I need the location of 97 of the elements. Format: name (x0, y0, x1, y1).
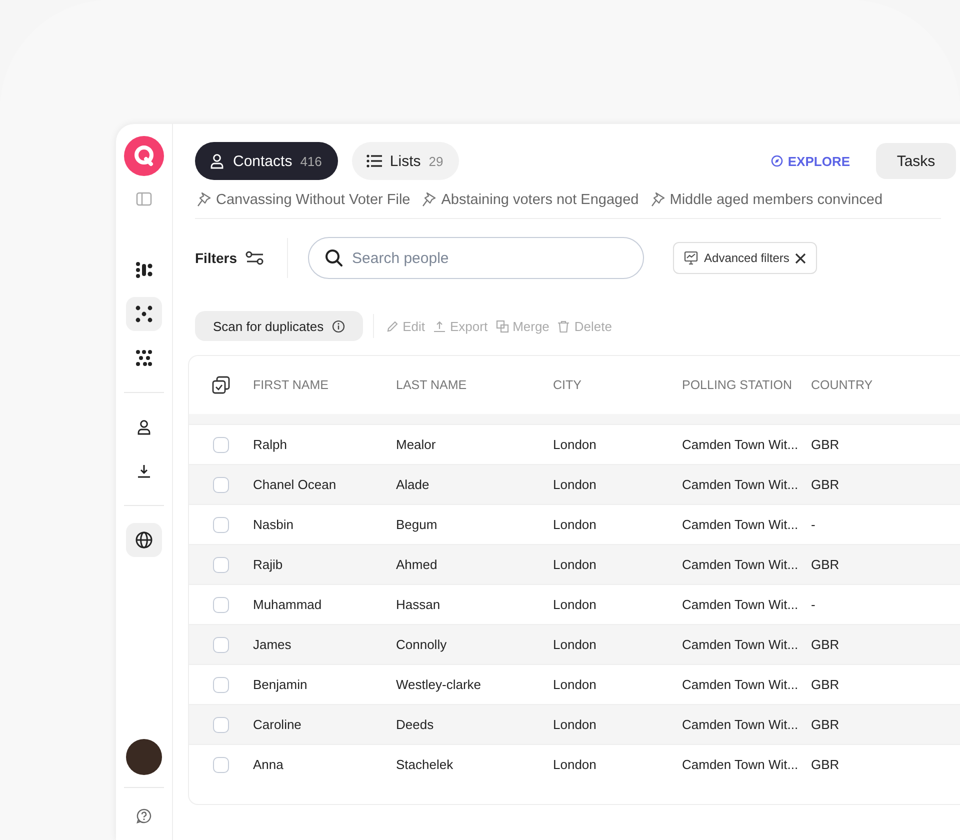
table-cell-text: Westley-clarke (396, 677, 482, 692)
table-cell-text: Alade (396, 477, 430, 492)
row-checkbox[interactable] (213, 596, 229, 612)
search-field[interactable]: Search people (308, 237, 644, 279)
pinned-list-link[interactable]: Abstaining voters not Engaged (422, 192, 639, 208)
table-cell-text: Chanel Ocean (253, 477, 338, 492)
row-checkbox[interactable] (213, 516, 229, 532)
table-cell-text: Camden Town Wit... (682, 597, 800, 612)
scan-duplicates-button[interactable]: Scan for duplicates (195, 311, 363, 341)
globe-icon (135, 531, 153, 549)
row-checkbox[interactable] (213, 556, 229, 572)
advanced-filters-chip[interactable]: Advanced filters (673, 242, 818, 274)
sidebar-toggle-icon[interactable] (136, 192, 152, 206)
table-cell-text: Camden Town Wit... (682, 677, 800, 692)
row-checkbox[interactable] (213, 436, 229, 452)
nav-item[interactable] (126, 523, 162, 557)
table-cell-text: Rajib (253, 557, 284, 572)
upload-icon (432, 320, 446, 332)
table-cell-text: Nasbin (253, 517, 294, 532)
row-checkbox[interactable] (213, 756, 229, 772)
row-checkbox[interactable] (213, 476, 229, 492)
person-icon (209, 153, 225, 169)
table-cell-text: GBR (811, 437, 840, 452)
filters-button[interactable]: Filters (195, 250, 266, 266)
info-icon (332, 320, 345, 332)
person-icon (136, 419, 152, 435)
download-icon (136, 463, 152, 479)
nav-item[interactable] (126, 297, 162, 331)
tasks-button[interactable]: Tasks (876, 143, 956, 179)
table-cell-text: Camden Town Wit... (682, 517, 800, 532)
table-cell-text: Camden Town Wit... (682, 757, 800, 772)
table-cell-text: London (553, 477, 598, 492)
dots-pattern-icon (135, 349, 153, 367)
merge-icon (496, 320, 509, 332)
table-cell-text: London (553, 757, 598, 772)
table-cell-text: Ahmed (396, 557, 438, 572)
table-cell-text: Caroline (253, 717, 302, 732)
close-icon[interactable] (795, 252, 806, 264)
pinned-list-link[interactable]: Canvassing Without Voter File (197, 192, 410, 208)
avatar[interactable] (126, 739, 162, 775)
table-cell-text: Hassan (396, 597, 442, 612)
pin-icon (650, 192, 665, 208)
table-cell-text: GBR (811, 717, 840, 732)
table-cell-text: London (553, 517, 598, 532)
list-icon (366, 154, 382, 168)
table-cell-text: GBR (811, 557, 840, 572)
table-cell-text: GBR (811, 677, 840, 692)
help-icon[interactable] (136, 808, 152, 824)
table-cell-text: Camden Town Wit... (682, 437, 800, 452)
table-cell-text: Connolly (396, 637, 448, 652)
table-cell-text: Muhammad (253, 597, 323, 612)
table-cell-text: Stachelek (396, 757, 454, 772)
table-cell-text: Anna (253, 757, 284, 772)
table-cell-text: Benjamin (253, 677, 308, 692)
row-checkbox[interactable] (213, 636, 229, 652)
table-cell-text: GBR (811, 637, 840, 652)
logo-icon (124, 136, 164, 176)
row-checkbox[interactable] (213, 676, 229, 692)
table-cell-text: GBR (811, 477, 840, 492)
table-cell-text: Camden Town Wit... (682, 557, 800, 572)
table-cell-text: London (553, 597, 598, 612)
table-cell-text: London (553, 557, 598, 572)
column-header[interactable]: FIRST NAME (253, 378, 396, 392)
table-cell-text: James (253, 637, 292, 652)
dots-grid-icon (135, 261, 153, 279)
table-cell-text: Deeds (396, 717, 435, 732)
select-all-icon[interactable] (212, 376, 230, 394)
table-cell-text: London (553, 637, 598, 652)
compass-icon (770, 155, 783, 167)
explore-link[interactable]: EXPLORE (770, 154, 850, 168)
trash-icon (557, 320, 570, 332)
row-checkbox[interactable] (213, 716, 229, 732)
table-cell-text: - (811, 517, 816, 532)
table-cell-text: London (553, 437, 598, 452)
column-header[interactable]: POLLING STATION (682, 378, 811, 392)
table-cell-text: London (553, 677, 598, 692)
tab[interactable]: Contacts 416 (195, 142, 338, 180)
table-cell-text: Ralph (253, 437, 288, 452)
dots-cross-icon (135, 305, 153, 323)
table-cell-text: Begum (396, 517, 438, 532)
filter-sliders-icon (245, 251, 266, 265)
table-cell-text: GBR (811, 757, 840, 772)
tab[interactable]: Lists 29 (352, 142, 460, 180)
table-cell-text: Mealor (396, 437, 437, 452)
table-cell-text: - (811, 597, 816, 612)
pinned-list-link[interactable]: Middle aged members convinced (650, 192, 883, 208)
chart-board-icon (684, 251, 698, 265)
column-header[interactable]: LAST NAME (396, 378, 553, 392)
table-cell-text: London (553, 717, 598, 732)
column-header[interactable]: CITY (553, 378, 682, 392)
pencil-icon (386, 320, 399, 332)
pin-icon (422, 192, 436, 208)
table-cell-text: Camden Town Wit... (682, 477, 800, 492)
pin-icon (197, 192, 211, 208)
table-cell-text: Camden Town Wit... (682, 637, 800, 652)
column-header[interactable]: COUNTRY (811, 378, 931, 392)
table-cell-text: Camden Town Wit... (682, 717, 800, 732)
